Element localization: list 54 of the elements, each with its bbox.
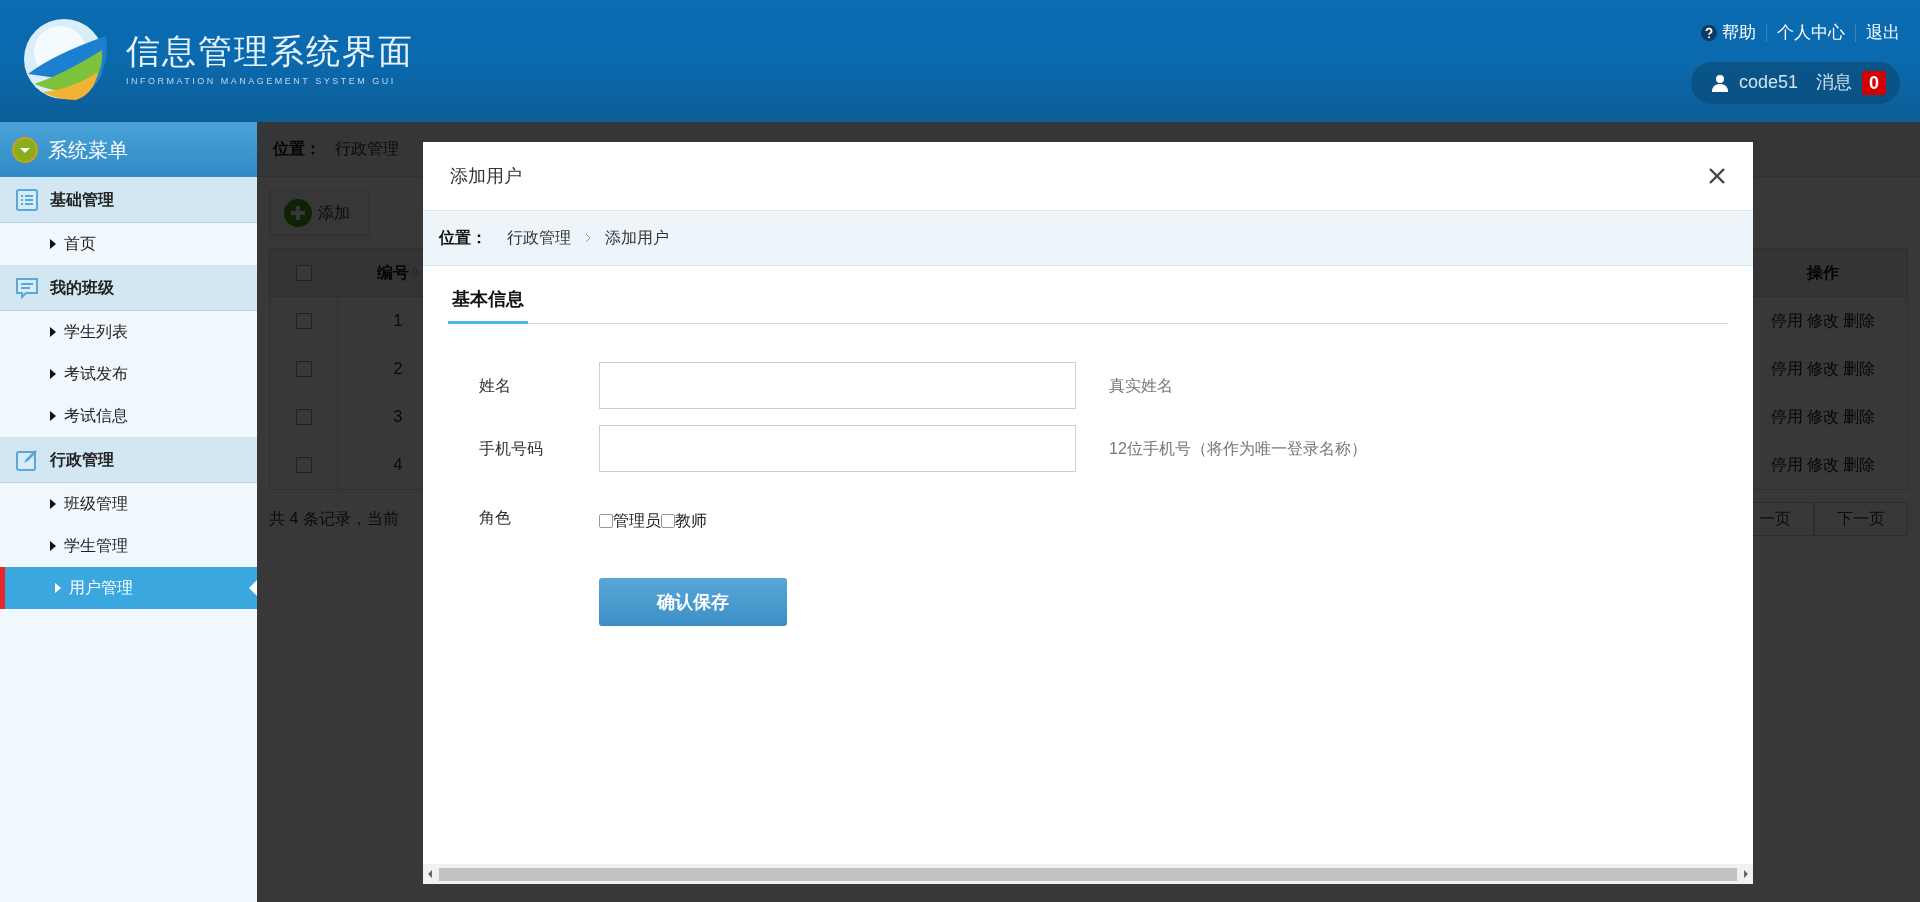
user-icon <box>1710 73 1729 92</box>
user-name: code51 <box>1738 71 1798 94</box>
messages-link[interactable]: 消息 <box>1816 69 1852 96</box>
breadcrumb-link[interactable]: 行政管理 <box>507 226 571 250</box>
edit-icon <box>16 448 38 471</box>
scroll-right-icon[interactable] <box>1741 869 1751 879</box>
menu-item[interactable]: 班级管理 <box>0 483 257 525</box>
caret-icon <box>50 239 56 249</box>
field-label: 姓名 <box>478 375 512 396</box>
checkbox-label: 教师 <box>675 511 707 531</box>
app-title: 信息管理系统界面 <box>126 31 414 71</box>
checkbox-label: 管理员 <box>613 511 661 531</box>
app-subtitle: INFORMATION MANAGEMENT SYSTEM GUI <box>126 75 397 87</box>
menu-group[interactable]: 行政管理 <box>0 437 257 483</box>
input-field[interactable] <box>599 425 1076 472</box>
header-link[interactable]: 帮助 <box>1722 20 1756 46</box>
menu-item[interactable]: 学生列表 <box>0 311 257 353</box>
menu-item[interactable]: 学生管理 <box>0 525 257 567</box>
caret-icon <box>50 369 56 379</box>
field-hint: 真实姓名 <box>1109 375 1173 396</box>
help-icon <box>1701 24 1717 41</box>
field-label: 手机号码 <box>478 438 544 459</box>
breadcrumb-link[interactable]: 添加用户 <box>605 226 669 250</box>
caret-icon <box>55 583 61 593</box>
breadcrumb-label: 位置： <box>439 228 487 248</box>
menu-item[interactable]: 考试发布 <box>0 353 257 395</box>
list-icon <box>16 188 38 211</box>
caret-icon <box>50 327 56 337</box>
menu-group[interactable]: 基础管理 <box>0 177 257 223</box>
message-count: 0 <box>1862 70 1886 95</box>
close-icon[interactable] <box>1708 167 1726 185</box>
header-link[interactable]: 个人中心 <box>1777 20 1845 46</box>
menu-group[interactable]: 我的班级 <box>0 265 257 311</box>
chat-icon <box>16 276 38 299</box>
caret-icon <box>50 411 56 421</box>
caret-icon <box>50 541 56 551</box>
menu-item[interactable]: 首页 <box>0 223 257 265</box>
menu-item[interactable]: 考试信息 <box>0 395 257 437</box>
tab[interactable]: 基本信息 <box>448 286 528 324</box>
input-field[interactable] <box>599 362 1076 409</box>
scrollbar-thumb[interactable] <box>439 867 1737 881</box>
horizontal-scrollbar[interactable] <box>423 864 1753 884</box>
header-link[interactable]: 退出 <box>1866 20 1900 46</box>
chevron-icon <box>585 233 591 243</box>
pointer-icon <box>249 580 257 596</box>
field-label: 角色 <box>478 508 512 528</box>
dialog-title: 添加用户 <box>450 164 522 188</box>
field-hint: 12位手机号（将作为唯一登录名称） <box>1109 438 1367 459</box>
checkbox[interactable] <box>661 514 675 528</box>
dropdown-circle-icon <box>12 136 38 163</box>
caret-icon <box>50 499 56 509</box>
sidebar-title: 系统菜单 <box>48 137 128 163</box>
checkbox[interactable] <box>599 514 613 528</box>
save-button[interactable]: 确认保存 <box>599 578 787 626</box>
